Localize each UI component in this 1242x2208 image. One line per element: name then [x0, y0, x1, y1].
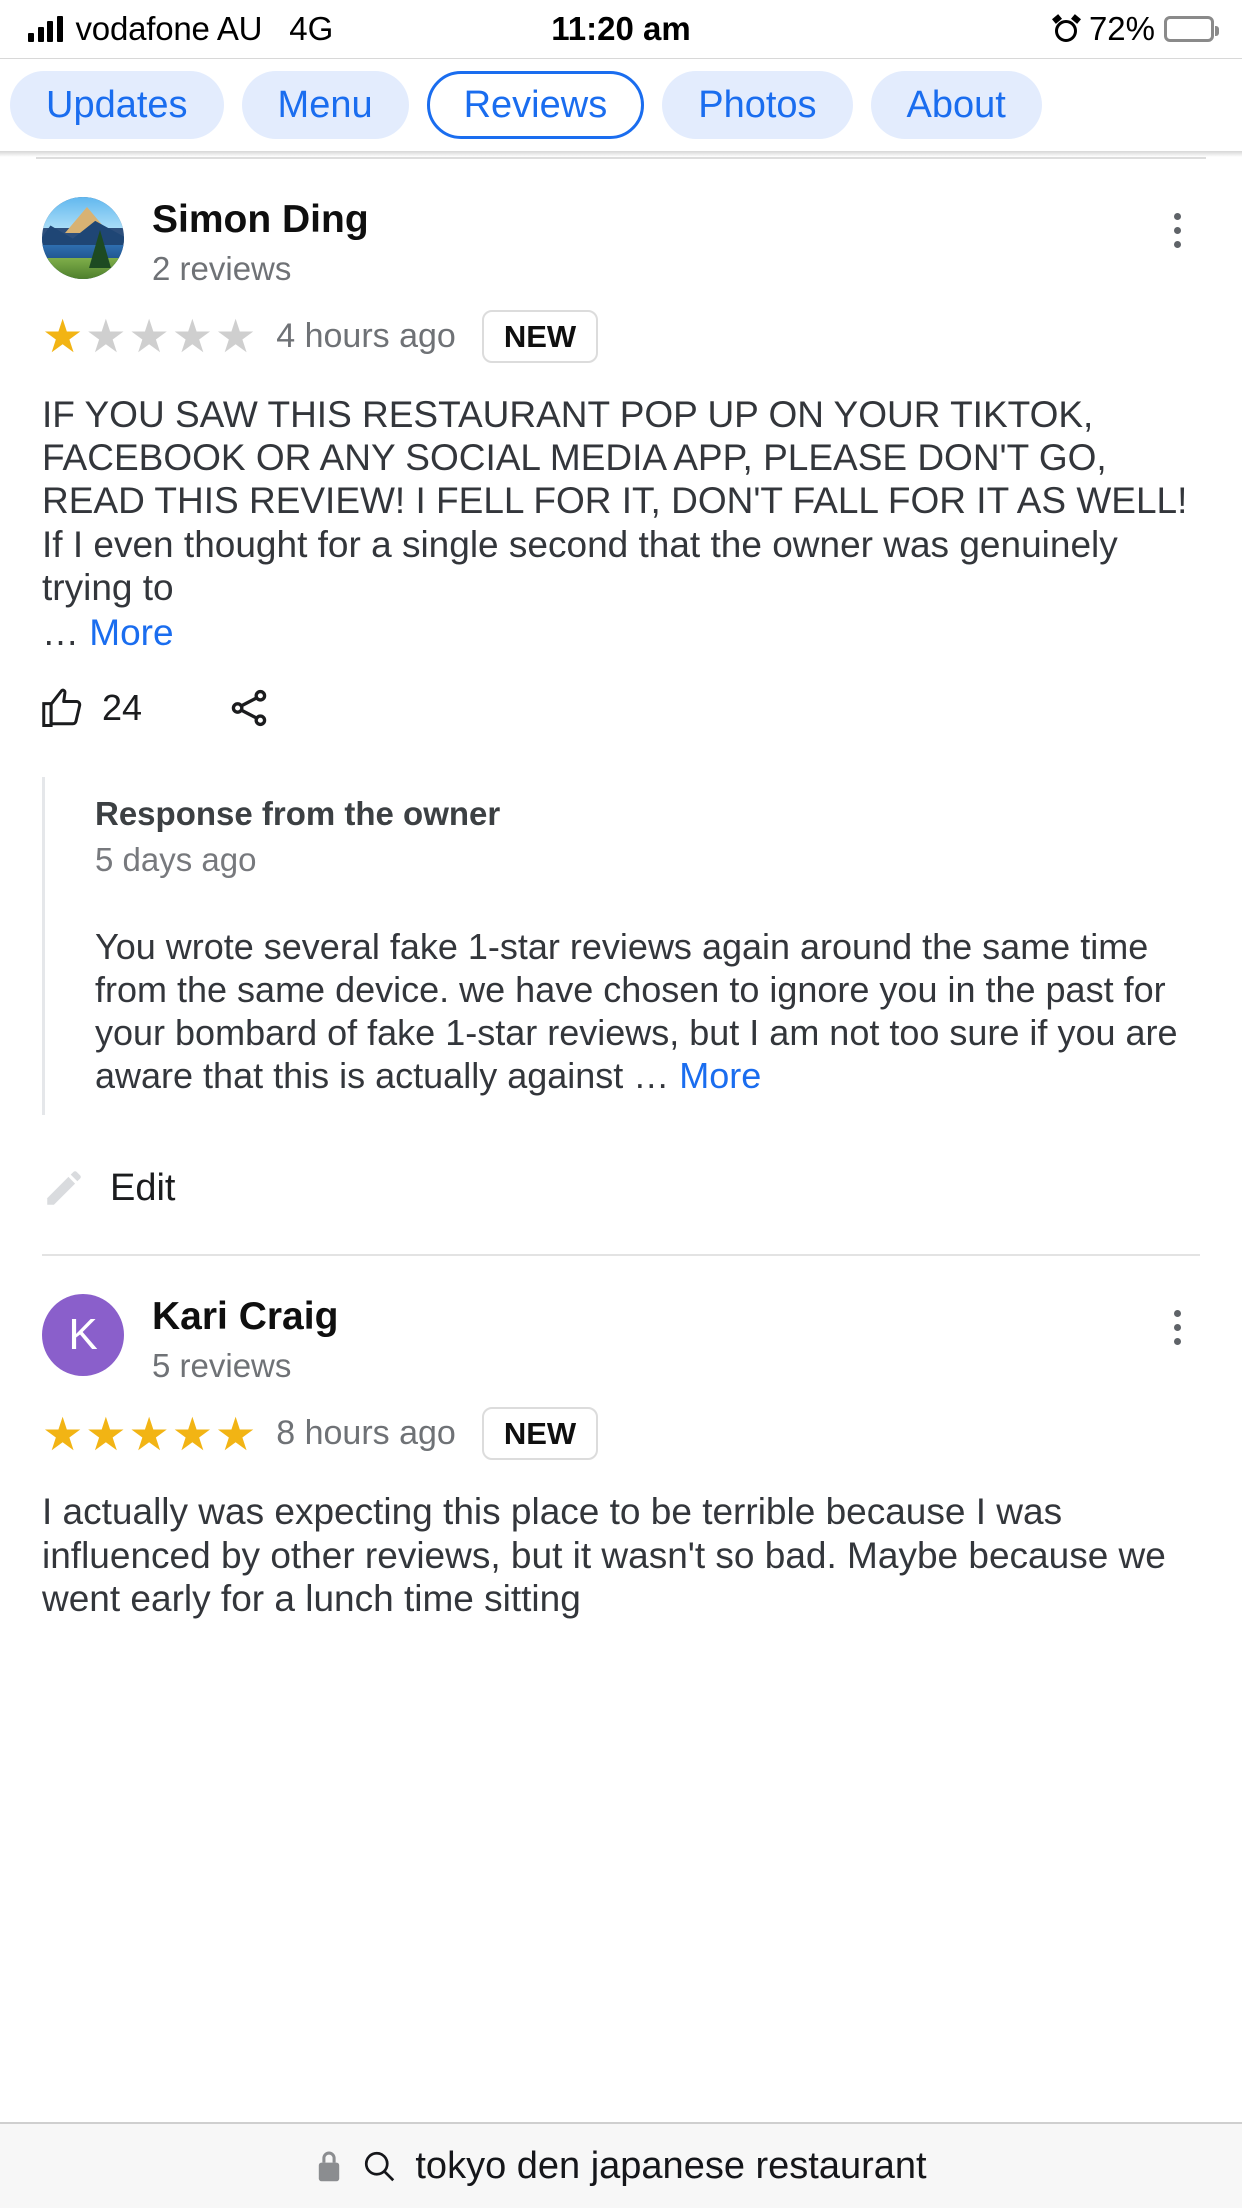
review-more-link[interactable]: More — [89, 612, 173, 653]
owner-response-text: You wrote several fake 1-star reviews ag… — [95, 925, 1200, 1098]
review-more-line: … More — [42, 611, 1200, 654]
tab-bar[interactable]: Updates Menu Reviews Photos About — [0, 59, 1242, 151]
alarm-clock-icon — [1051, 13, 1081, 43]
app-screen: vodafone AU 4G 11:20 am 72% Updates Menu… — [0, 0, 1242, 2208]
owner-response-title: Response from the owner — [95, 794, 501, 832]
review-card-kari-craig: K Kari Craig 5 reviews ★ ★ ★ ★ ★ 8 hours… — [0, 1256, 1242, 1620]
status-bar: vodafone AU 4G 11:20 am 72% — [0, 0, 1242, 58]
owner-response-more-link[interactable]: More — [679, 1055, 761, 1096]
star-icon: ★ — [171, 310, 213, 363]
reviewer-meta: Simon Ding 2 reviews — [152, 197, 369, 288]
share-icon — [231, 689, 267, 726]
owner-response-timestamp: 5 days ago — [95, 840, 257, 878]
review-timestamp: 4 hours ago — [276, 316, 456, 355]
status-bar-left: vodafone AU 4G — [28, 10, 333, 48]
star-icon: ★ — [128, 1407, 170, 1460]
url-text: tokyo den japanese restaurant — [415, 2144, 927, 2187]
owner-response-ellipsis: … — [633, 1055, 680, 1097]
tab-reviews[interactable]: Reviews — [426, 71, 645, 139]
overflow-menu-icon[interactable] — [1154, 201, 1200, 259]
review-actions: 24 — [42, 687, 1200, 729]
edit-review-button[interactable]: Edit — [42, 1167, 1200, 1210]
review-header: Simon Ding 2 reviews — [42, 159, 1200, 288]
star-icon: ★ — [128, 310, 170, 363]
network-type-label: 4G — [289, 10, 334, 47]
star-rating: ★ ★ ★ ★ ★ — [42, 1411, 256, 1457]
lock-icon — [319, 2151, 340, 2182]
status-bar-right: 72% — [1051, 10, 1219, 48]
star-icon: ★ — [215, 310, 257, 363]
overflow-menu-icon[interactable] — [1154, 1298, 1200, 1356]
reviews-scroll-area[interactable]: Simon Ding 2 reviews ★ ★ ★ ★ ★ 4 hours a… — [0, 151, 1242, 2122]
reviewer-review-count: 5 reviews — [152, 1347, 292, 1385]
star-icon: ★ — [85, 310, 127, 363]
avatar[interactable]: K — [42, 1294, 124, 1377]
star-rating: ★ ★ ★ ★ ★ — [42, 313, 256, 359]
review-ellipsis: … — [42, 612, 90, 654]
review-card-simon-ding: Simon Ding 2 reviews ★ ★ ★ ★ ★ 4 hours a… — [0, 159, 1242, 1210]
edit-review-label: Edit — [110, 1167, 176, 1210]
reviewer-meta: Kari Craig 5 reviews — [152, 1294, 338, 1385]
rating-row: ★ ★ ★ ★ ★ 4 hours ago NEW — [42, 309, 1200, 363]
browser-url-bar[interactable]: tokyo den japanese restaurant — [0, 2122, 1242, 2208]
pencil-icon — [47, 1171, 81, 1205]
battery-percent-label: 72% — [1088, 10, 1155, 47]
star-icon: ★ — [42, 310, 84, 363]
share-button[interactable] — [228, 687, 270, 729]
reviewer-name: Simon Ding — [152, 198, 369, 241]
review-header: K Kari Craig 5 reviews — [42, 1256, 1200, 1385]
status-badge: NEW — [481, 1407, 599, 1461]
tab-about[interactable]: About — [870, 71, 1042, 139]
rating-row: ★ ★ ★ ★ ★ 8 hours ago NEW — [42, 1407, 1200, 1461]
battery-icon — [1164, 16, 1219, 42]
signal-bars-icon — [28, 16, 63, 42]
star-icon: ★ — [85, 1407, 127, 1460]
reviewer-review-count: 2 reviews — [152, 249, 292, 287]
owner-response: Response from the owner 5 days ago You w… — [42, 776, 1200, 1116]
star-icon: ★ — [171, 1407, 213, 1460]
review-text: I actually was expecting this place to b… — [42, 1491, 1177, 1619]
review-text: IF YOU SAW THIS RESTAURANT POP UP ON YOU… — [42, 393, 1208, 609]
tab-updates[interactable]: Updates — [10, 71, 224, 139]
star-icon: ★ — [215, 1407, 257, 1460]
thumbs-up-icon — [42, 688, 82, 727]
carrier-label: vodafone AU — [75, 10, 263, 47]
star-icon: ★ — [42, 1407, 84, 1460]
status-badge: NEW — [481, 309, 599, 363]
review-timestamp: 8 hours ago — [276, 1414, 456, 1453]
like-button[interactable]: 24 — [42, 687, 142, 729]
reviewer-name: Kari Craig — [152, 1295, 339, 1339]
tab-photos[interactable]: Photos — [662, 71, 853, 139]
tab-menu[interactable]: Menu — [241, 71, 409, 139]
like-count: 24 — [102, 686, 143, 728]
search-icon — [365, 2151, 395, 2182]
avatar[interactable] — [42, 197, 124, 279]
